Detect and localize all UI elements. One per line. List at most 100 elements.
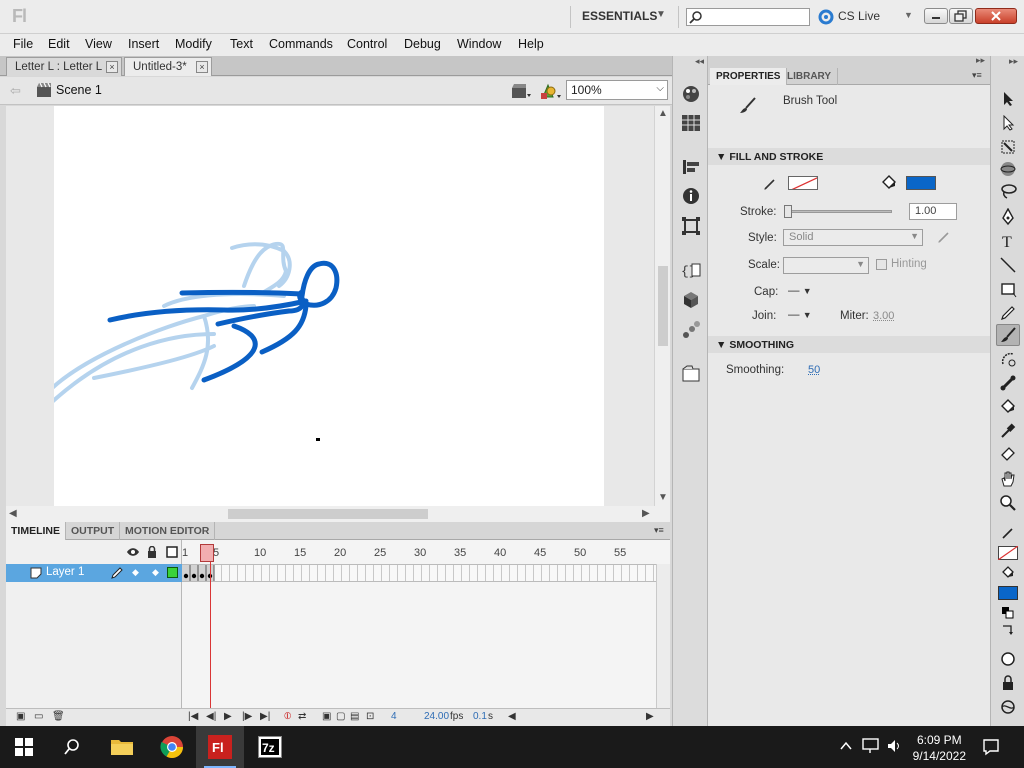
tab-timeline[interactable]: TIMELINE [6, 522, 66, 540]
panel-menu-icon[interactable]: ▾≡ [972, 70, 982, 81]
frame-rate[interactable]: 24.00 [424, 711, 449, 722]
zoom-tool[interactable] [996, 492, 1020, 514]
motion-presets-icon[interactable] [681, 320, 701, 340]
selection-tool[interactable] [996, 88, 1020, 110]
align-icon[interactable] [681, 158, 701, 176]
chevron-down-icon[interactable]: ▼ [904, 10, 913, 20]
frame-ruler[interactable]: 1 5 10 15 20 25 30 35 40 45 50 55 [182, 544, 656, 564]
restore-button[interactable] [949, 8, 973, 24]
flash-taskbar-button[interactable]: Fl [196, 726, 244, 768]
join-select[interactable]: — ▼ [788, 309, 812, 321]
tab-letter-l[interactable]: Letter L : Letter L × [6, 57, 122, 76]
smooth-tool[interactable] [996, 696, 1020, 718]
step-back-icon[interactable]: ◀| [206, 711, 216, 722]
new-layer-icon[interactable]: ▣ [16, 711, 25, 722]
lasso-tool[interactable] [996, 180, 1020, 202]
cs-live-icon[interactable] [818, 9, 834, 25]
swatches-icon[interactable] [681, 114, 701, 132]
collapse-arrows-icon[interactable]: ◂◂ [695, 56, 704, 67]
menu-insert[interactable]: Insert [128, 37, 159, 51]
search-button[interactable] [48, 726, 96, 768]
scroll-right-icon[interactable]: ▶ [642, 508, 650, 519]
menu-view[interactable]: View [85, 37, 112, 51]
pen-tool[interactable] [996, 206, 1020, 228]
step-forward-icon[interactable]: |▶ [242, 711, 252, 722]
collapse-arrows-icon[interactable]: ▸▸ [976, 55, 985, 66]
go-to-first-frame-icon[interactable]: |◀ [188, 711, 198, 722]
scrollbar-thumb[interactable] [228, 509, 428, 519]
playhead[interactable] [200, 544, 214, 562]
layer-row[interactable]: Layer 1 ◆ ◆ [6, 564, 182, 582]
project-icon[interactable] [681, 364, 703, 384]
menu-modify[interactable]: Modify [175, 37, 212, 51]
hinting-checkbox[interactable] [876, 259, 887, 270]
stage-canvas[interactable] [54, 106, 604, 506]
lock-dot[interactable]: ◆ [152, 567, 159, 578]
hand-tool[interactable] [996, 468, 1020, 490]
stage-horizontal-scrollbar[interactable]: ◀ ▶ [6, 506, 670, 522]
center-frame-icon[interactable]: ⦶ [284, 711, 291, 722]
tab-untitled-3[interactable]: Untitled-3* × [124, 57, 212, 76]
loop-icon[interactable]: ⇄ [298, 711, 306, 722]
back-arrow-icon[interactable]: ⇦ [10, 83, 21, 99]
close-tab-icon[interactable]: × [196, 61, 208, 73]
tab-library[interactable]: LIBRARY [781, 68, 839, 85]
scroll-right-icon[interactable]: ▶ [646, 711, 654, 722]
miter-value[interactable]: 3.00 [873, 310, 894, 322]
object-drawing-tool[interactable] [996, 648, 1020, 670]
stroke-slider[interactable] [786, 210, 892, 213]
onion-skin-icon[interactable]: ▣ [322, 711, 331, 722]
current-frame[interactable]: 4 [391, 711, 397, 722]
network-icon[interactable] [862, 738, 880, 754]
menu-window[interactable]: Window [457, 37, 501, 51]
onion-skin-outlines-icon[interactable]: ▢ [336, 711, 345, 722]
pencil-tool[interactable] [996, 302, 1020, 324]
collapse-arrows-icon[interactable]: ▸▸ [1009, 56, 1018, 67]
lock-fill-tool[interactable] [996, 672, 1020, 694]
scroll-left-icon[interactable]: ◀ [508, 711, 516, 722]
volume-icon[interactable] [886, 738, 904, 754]
minimize-button[interactable] [924, 8, 948, 24]
free-transform-tool[interactable] [996, 136, 1020, 158]
eye-icon[interactable] [126, 546, 140, 558]
scrollbar-thumb[interactable] [658, 266, 668, 346]
fill-and-stroke-header[interactable]: ▼ FILL AND STROKE [708, 148, 990, 165]
scroll-left-icon[interactable]: ◀ [9, 508, 17, 519]
transform-icon[interactable] [681, 216, 701, 236]
swap-colors-tool[interactable] [996, 620, 1020, 642]
play-icon[interactable]: ▶ [224, 711, 232, 722]
line-tool[interactable] [996, 254, 1020, 276]
file-explorer-button[interactable] [98, 726, 146, 768]
system-clock[interactable]: 6:09 PM 9/14/2022 [913, 732, 966, 764]
frames-grid[interactable] [182, 564, 656, 582]
paint-bucket-tool[interactable] [996, 396, 1020, 418]
chevron-down-icon[interactable]: ▼ [656, 9, 666, 20]
go-to-last-frame-icon[interactable]: ▶| [260, 711, 270, 722]
stage-vertical-scrollbar[interactable]: ▲ ▼ [654, 106, 670, 506]
layer-name[interactable]: Layer 1 [46, 566, 84, 578]
brush-tool[interactable] [996, 324, 1020, 346]
new-folder-icon[interactable]: ▭ [34, 711, 43, 722]
tab-properties[interactable]: PROPERTIES [710, 68, 788, 85]
close-tab-icon[interactable]: × [106, 61, 118, 73]
delete-layer-icon[interactable]: 🗑 [52, 711, 65, 722]
menu-control[interactable]: Control [347, 37, 387, 51]
3d-rotation-tool[interactable] [996, 158, 1020, 180]
fill-color-swatch[interactable] [996, 582, 1020, 604]
stroke-color-swatch[interactable] [788, 176, 818, 190]
cap-select[interactable]: — ▼ [788, 285, 812, 297]
menu-file[interactable]: File [13, 37, 33, 51]
rectangle-tool[interactable] [996, 278, 1020, 300]
tab-output[interactable]: OUTPUT [66, 522, 121, 540]
7zip-button[interactable]: 7z [246, 726, 294, 768]
help-search-input[interactable] [686, 8, 810, 26]
menu-help[interactable]: Help [518, 37, 544, 51]
stroke-color-tool[interactable] [996, 522, 1020, 544]
code-snippets-icon[interactable]: {} [681, 260, 701, 280]
scale-select[interactable]: ▼ [783, 257, 869, 274]
smoothing-header[interactable]: ▼ SMOOTHING [708, 336, 990, 353]
show-hidden-icons-icon[interactable] [840, 740, 852, 752]
edit-stroke-style-icon[interactable] [936, 229, 952, 245]
workspace-switcher[interactable]: ESSENTIALS [582, 9, 657, 23]
cs-live-label[interactable]: CS Live [838, 9, 880, 23]
